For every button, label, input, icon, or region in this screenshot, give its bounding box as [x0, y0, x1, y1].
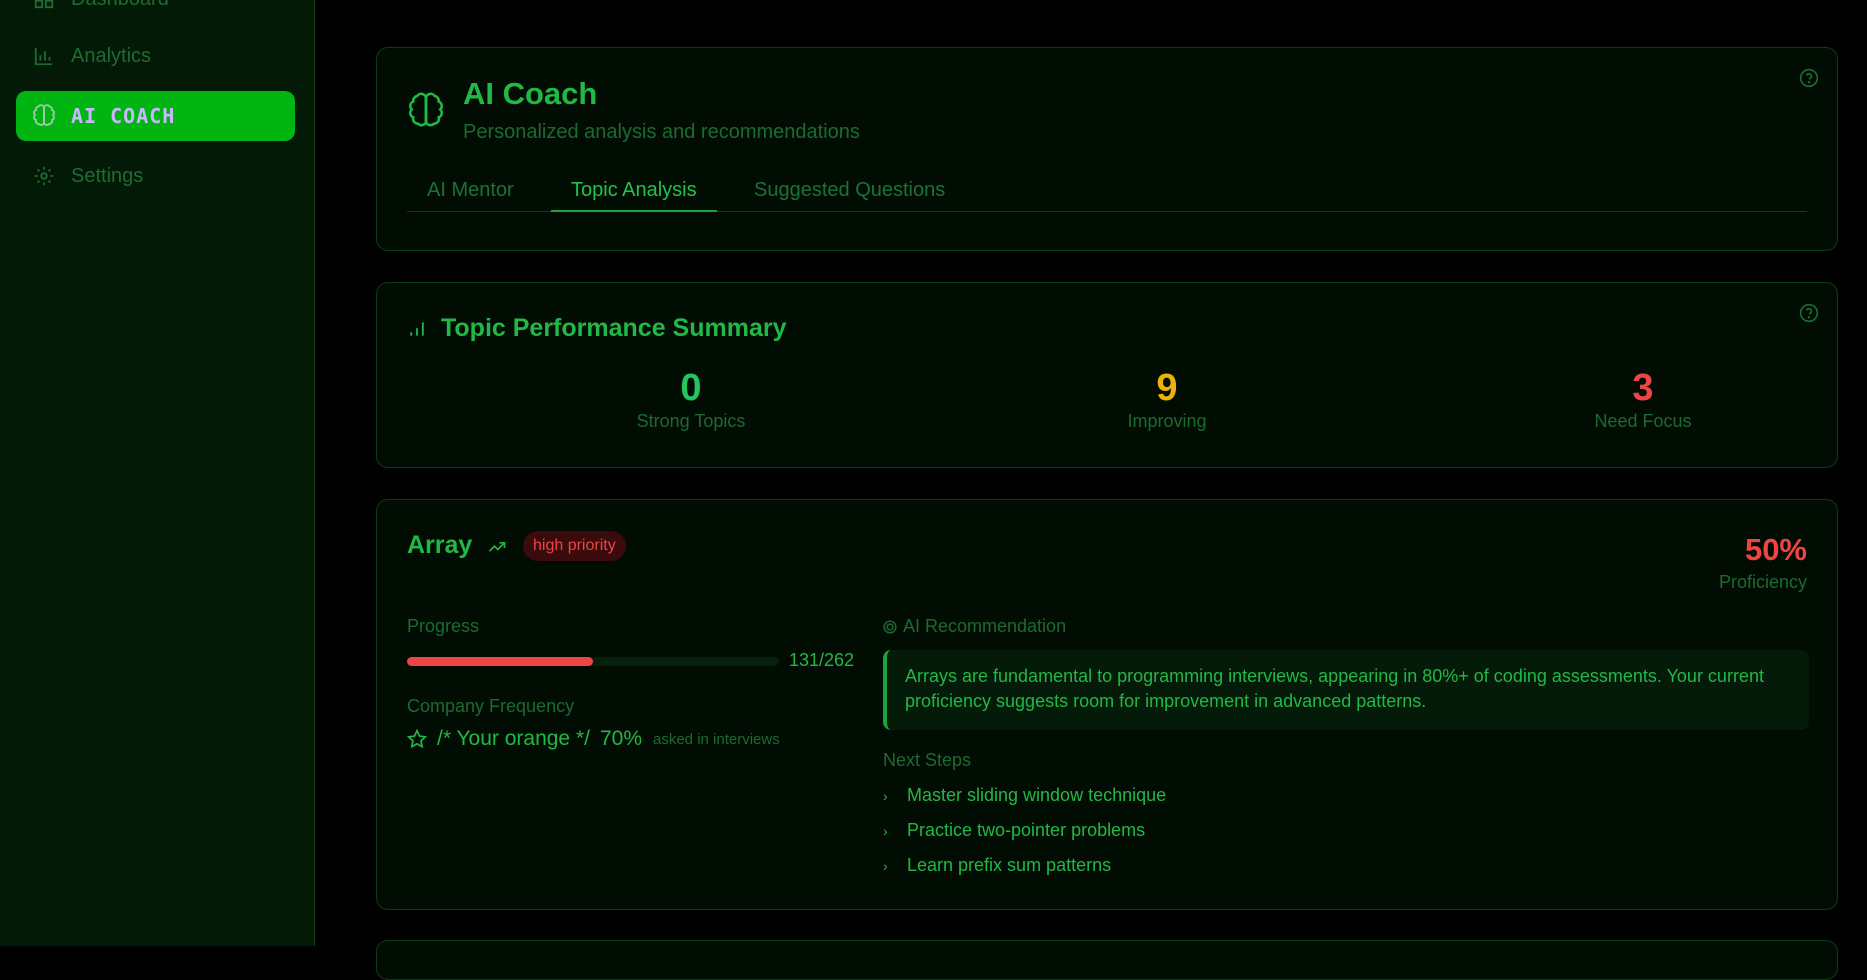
next-topic-card	[376, 940, 1838, 980]
next-step-text: Learn prefix sum patterns	[907, 855, 1112, 875]
proficiency-value: 50%	[1744, 532, 1807, 567]
sidebar-item-ai-coach[interactable]: AI COACH	[16, 91, 295, 141]
page-subtitle: Personalized analysis and recommendation…	[463, 121, 860, 143]
sidebar-item-label: AI COACH	[71, 104, 176, 128]
next-steps-label: Next Steps	[883, 750, 972, 770]
company-frequency-label: Company Frequency	[407, 696, 575, 716]
stat-label: Improving	[1127, 411, 1207, 431]
tab-topic-analysis[interactable]: Topic Analysis	[551, 178, 717, 212]
topic-name: Array	[407, 531, 473, 559]
brain-icon	[407, 92, 445, 135]
tab-suggested-questions[interactable]: Suggested Questions	[734, 178, 965, 212]
company-frequency: /* Your orange */ 70% asked in interview…	[407, 726, 780, 752]
stat-label: Need Focus	[1594, 411, 1692, 431]
gear-icon	[32, 164, 56, 188]
progress-bar	[407, 657, 779, 666]
priority-badge: high priority	[523, 531, 626, 561]
sidebar-item-label: Settings	[71, 164, 144, 187]
progress-bar-fill	[407, 657, 593, 666]
stat-value: 9	[1156, 367, 1178, 409]
frequency-percent: 70%	[599, 727, 642, 750]
chevron-right-icon: ›	[883, 857, 888, 874]
stat-need-focus: 3 Need Focus	[1493, 369, 1793, 432]
sidebar: Dashboard Analytics AI COACH Settings	[0, 0, 315, 946]
progress-count: 131/262	[789, 650, 855, 670]
sidebar-item-analytics[interactable]: Analytics	[16, 31, 295, 81]
next-step-text: Practice two-pointer problems	[907, 820, 1146, 840]
frequency-text: /* Your orange */	[437, 727, 590, 750]
topic-card: Array high priority 50% Proficiency Prog…	[376, 499, 1838, 910]
stat-value: 3	[1632, 367, 1654, 409]
next-step-item: › Practice two-pointer problems	[883, 820, 1145, 841]
ai-recommendation-label: AI Recommendation	[883, 616, 1066, 637]
signal-bars-icon	[407, 319, 427, 344]
trending-up-icon	[487, 537, 507, 562]
star-icon	[407, 729, 427, 749]
sidebar-item-label: Analytics	[71, 44, 152, 67]
help-icon[interactable]	[1799, 68, 1819, 88]
page-title: AI Coach	[463, 76, 598, 111]
chevron-right-icon: ›	[883, 787, 888, 804]
summary-title: Topic Performance Summary	[441, 314, 787, 342]
bar-chart-icon	[32, 44, 56, 68]
ai-coach-card: AI Coach Personalized analysis and recom…	[376, 47, 1838, 251]
brain-icon	[32, 104, 56, 128]
sidebar-item-settings[interactable]: Settings	[16, 151, 295, 201]
progress-label: Progress	[407, 616, 480, 636]
dashboard-icon	[32, 0, 56, 11]
help-icon[interactable]	[1799, 303, 1819, 323]
stat-label: Strong Topics	[636, 411, 746, 431]
next-step-item: › Learn prefix sum patterns	[883, 855, 1111, 876]
tab-bar: AI Mentor Topic Analysis Suggested Quest…	[407, 178, 1807, 212]
stat-strong-topics: 0 Strong Topics	[541, 369, 841, 432]
next-step-text: Master sliding window technique	[907, 785, 1167, 805]
target-icon	[883, 619, 897, 634]
main-content: AI Coach Personalized analysis and recom…	[316, 0, 1867, 980]
stat-value: 0	[680, 367, 702, 409]
tab-ai-mentor[interactable]: AI Mentor	[407, 178, 534, 212]
sidebar-item-dashboard[interactable]: Dashboard	[16, 0, 295, 24]
ai-recommendation-text: Arrays are fundamental to programming in…	[883, 650, 1809, 730]
chevron-right-icon: ›	[883, 822, 888, 839]
stat-improving: 9 Improving	[1017, 369, 1317, 432]
frequency-note: asked in interviews	[653, 730, 780, 748]
sidebar-item-label: Dashboard	[71, 0, 169, 11]
proficiency: 50% Proficiency	[1719, 532, 1807, 593]
ai-recommendation-label-text: AI Recommendation	[903, 616, 1067, 636]
next-step-item: › Master sliding window technique	[883, 785, 1166, 806]
proficiency-label: Proficiency	[1718, 572, 1807, 592]
topic-summary-card: Topic Performance Summary 0 Strong Topic…	[376, 282, 1838, 468]
